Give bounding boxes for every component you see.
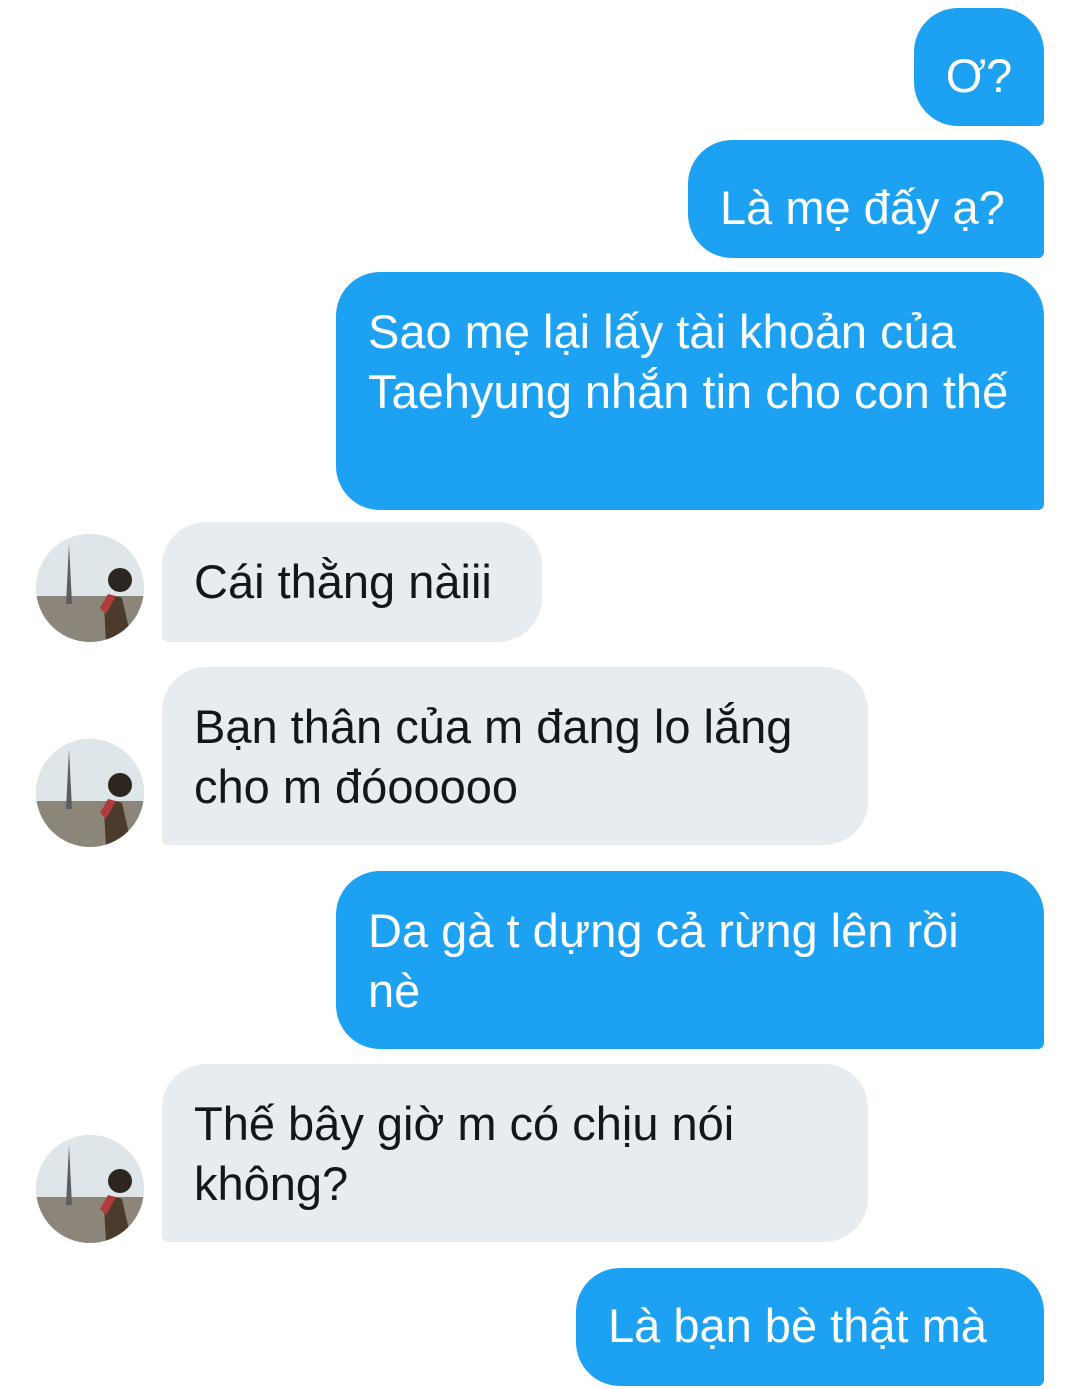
message-bubble-incoming[interactable]: Thế bây giờ m có chịu nói không? [162,1064,868,1242]
message-text: Da gà t dựng cả rừng lên rồi nè [368,904,959,1017]
message-bubble-outgoing[interactable]: Ơ? [914,8,1044,126]
message-bubble-outgoing[interactable]: Da gà t dựng cả rừng lên rồi nè [336,871,1044,1049]
message-bubble-outgoing[interactable]: Là bạn bè thật mà [576,1268,1044,1386]
user-avatar[interactable] [36,739,144,847]
message-bubble-incoming[interactable]: Bạn thân của m đang lo lắng cho m đóoooo… [162,667,868,845]
avatar-photo-icon [36,739,144,847]
message-text: Thế bây giờ m có chịu nói không? [194,1097,735,1210]
message-bubble-outgoing[interactable]: Là mẹ đấy ạ? [688,140,1044,258]
message-text: Là bạn bè thật mà [608,1299,987,1352]
user-avatar[interactable] [36,1135,144,1243]
message-text: Cái thằng nàiii [194,555,492,608]
message-text: Sao mẹ lại lấy tài khoản của Taehyung nh… [368,305,1009,418]
message-bubble-outgoing[interactable]: Sao mẹ lại lấy tài khoản của Taehyung nh… [336,272,1044,510]
message-text: Bạn thân của m đang lo lắng cho m đóoooo… [194,700,793,813]
user-avatar[interactable] [36,534,144,642]
message-thread: Ơ? Là mẹ đấy ạ? Sao mẹ lại lấy tài khoản… [0,0,1080,1389]
message-bubble-incoming[interactable]: Cái thằng nàiii [162,522,542,642]
avatar-photo-icon [36,1135,144,1243]
message-text: Là mẹ đấy ạ? [720,181,1005,234]
avatar-photo-icon [36,534,144,642]
message-text: Ơ? [945,49,1013,102]
